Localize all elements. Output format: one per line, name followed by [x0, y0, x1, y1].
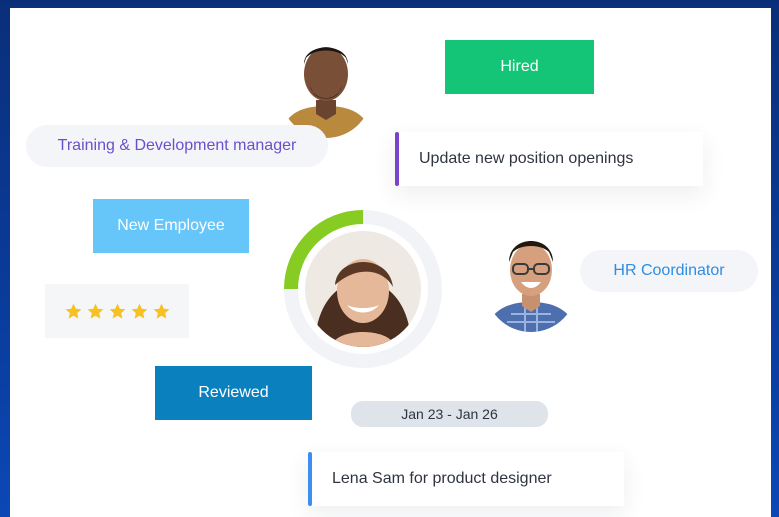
date-range-pill: Jan 23 - Jan 26 — [351, 401, 548, 427]
task-label: Update new position openings — [419, 150, 634, 167]
task-priority-bar — [395, 132, 399, 186]
reviewed-tag-label: Reviewed — [198, 384, 269, 401]
date-range-label: Jan 23 - Jan 26 — [401, 406, 498, 422]
hired-tag-label: Hired — [500, 58, 539, 75]
star-icon — [65, 303, 81, 319]
star-icon — [109, 303, 125, 319]
profile-progress-ring — [280, 206, 446, 372]
avatar-man-top — [280, 28, 372, 138]
new-employee-tag-label: New Employee — [117, 217, 225, 234]
task-update-openings[interactable]: Update new position openings — [395, 132, 703, 186]
task-label: Lena Sam for product designer — [332, 470, 552, 487]
hired-tag[interactable]: Hired — [445, 40, 594, 94]
star-icon — [87, 303, 103, 319]
task-lena-sam[interactable]: Lena Sam for product designer — [308, 452, 624, 506]
avatar-woman-center — [305, 231, 421, 347]
role-label: Training & Development manager — [57, 137, 297, 154]
role-pill-training-manager: Training & Development manager — [26, 125, 328, 167]
reviewed-tag[interactable]: Reviewed — [155, 366, 312, 420]
hr-activity-card: Hired Training & Development manager Upd… — [10, 8, 771, 517]
new-employee-tag[interactable]: New Employee — [93, 199, 249, 253]
star-icon — [153, 303, 169, 319]
star-rating — [45, 284, 189, 338]
role-label: HR Coordinator — [613, 262, 725, 279]
star-icon — [131, 303, 147, 319]
role-pill-hr-coordinator: HR Coordinator — [580, 250, 758, 292]
task-priority-bar — [308, 452, 312, 506]
avatar-man-right — [485, 218, 577, 332]
